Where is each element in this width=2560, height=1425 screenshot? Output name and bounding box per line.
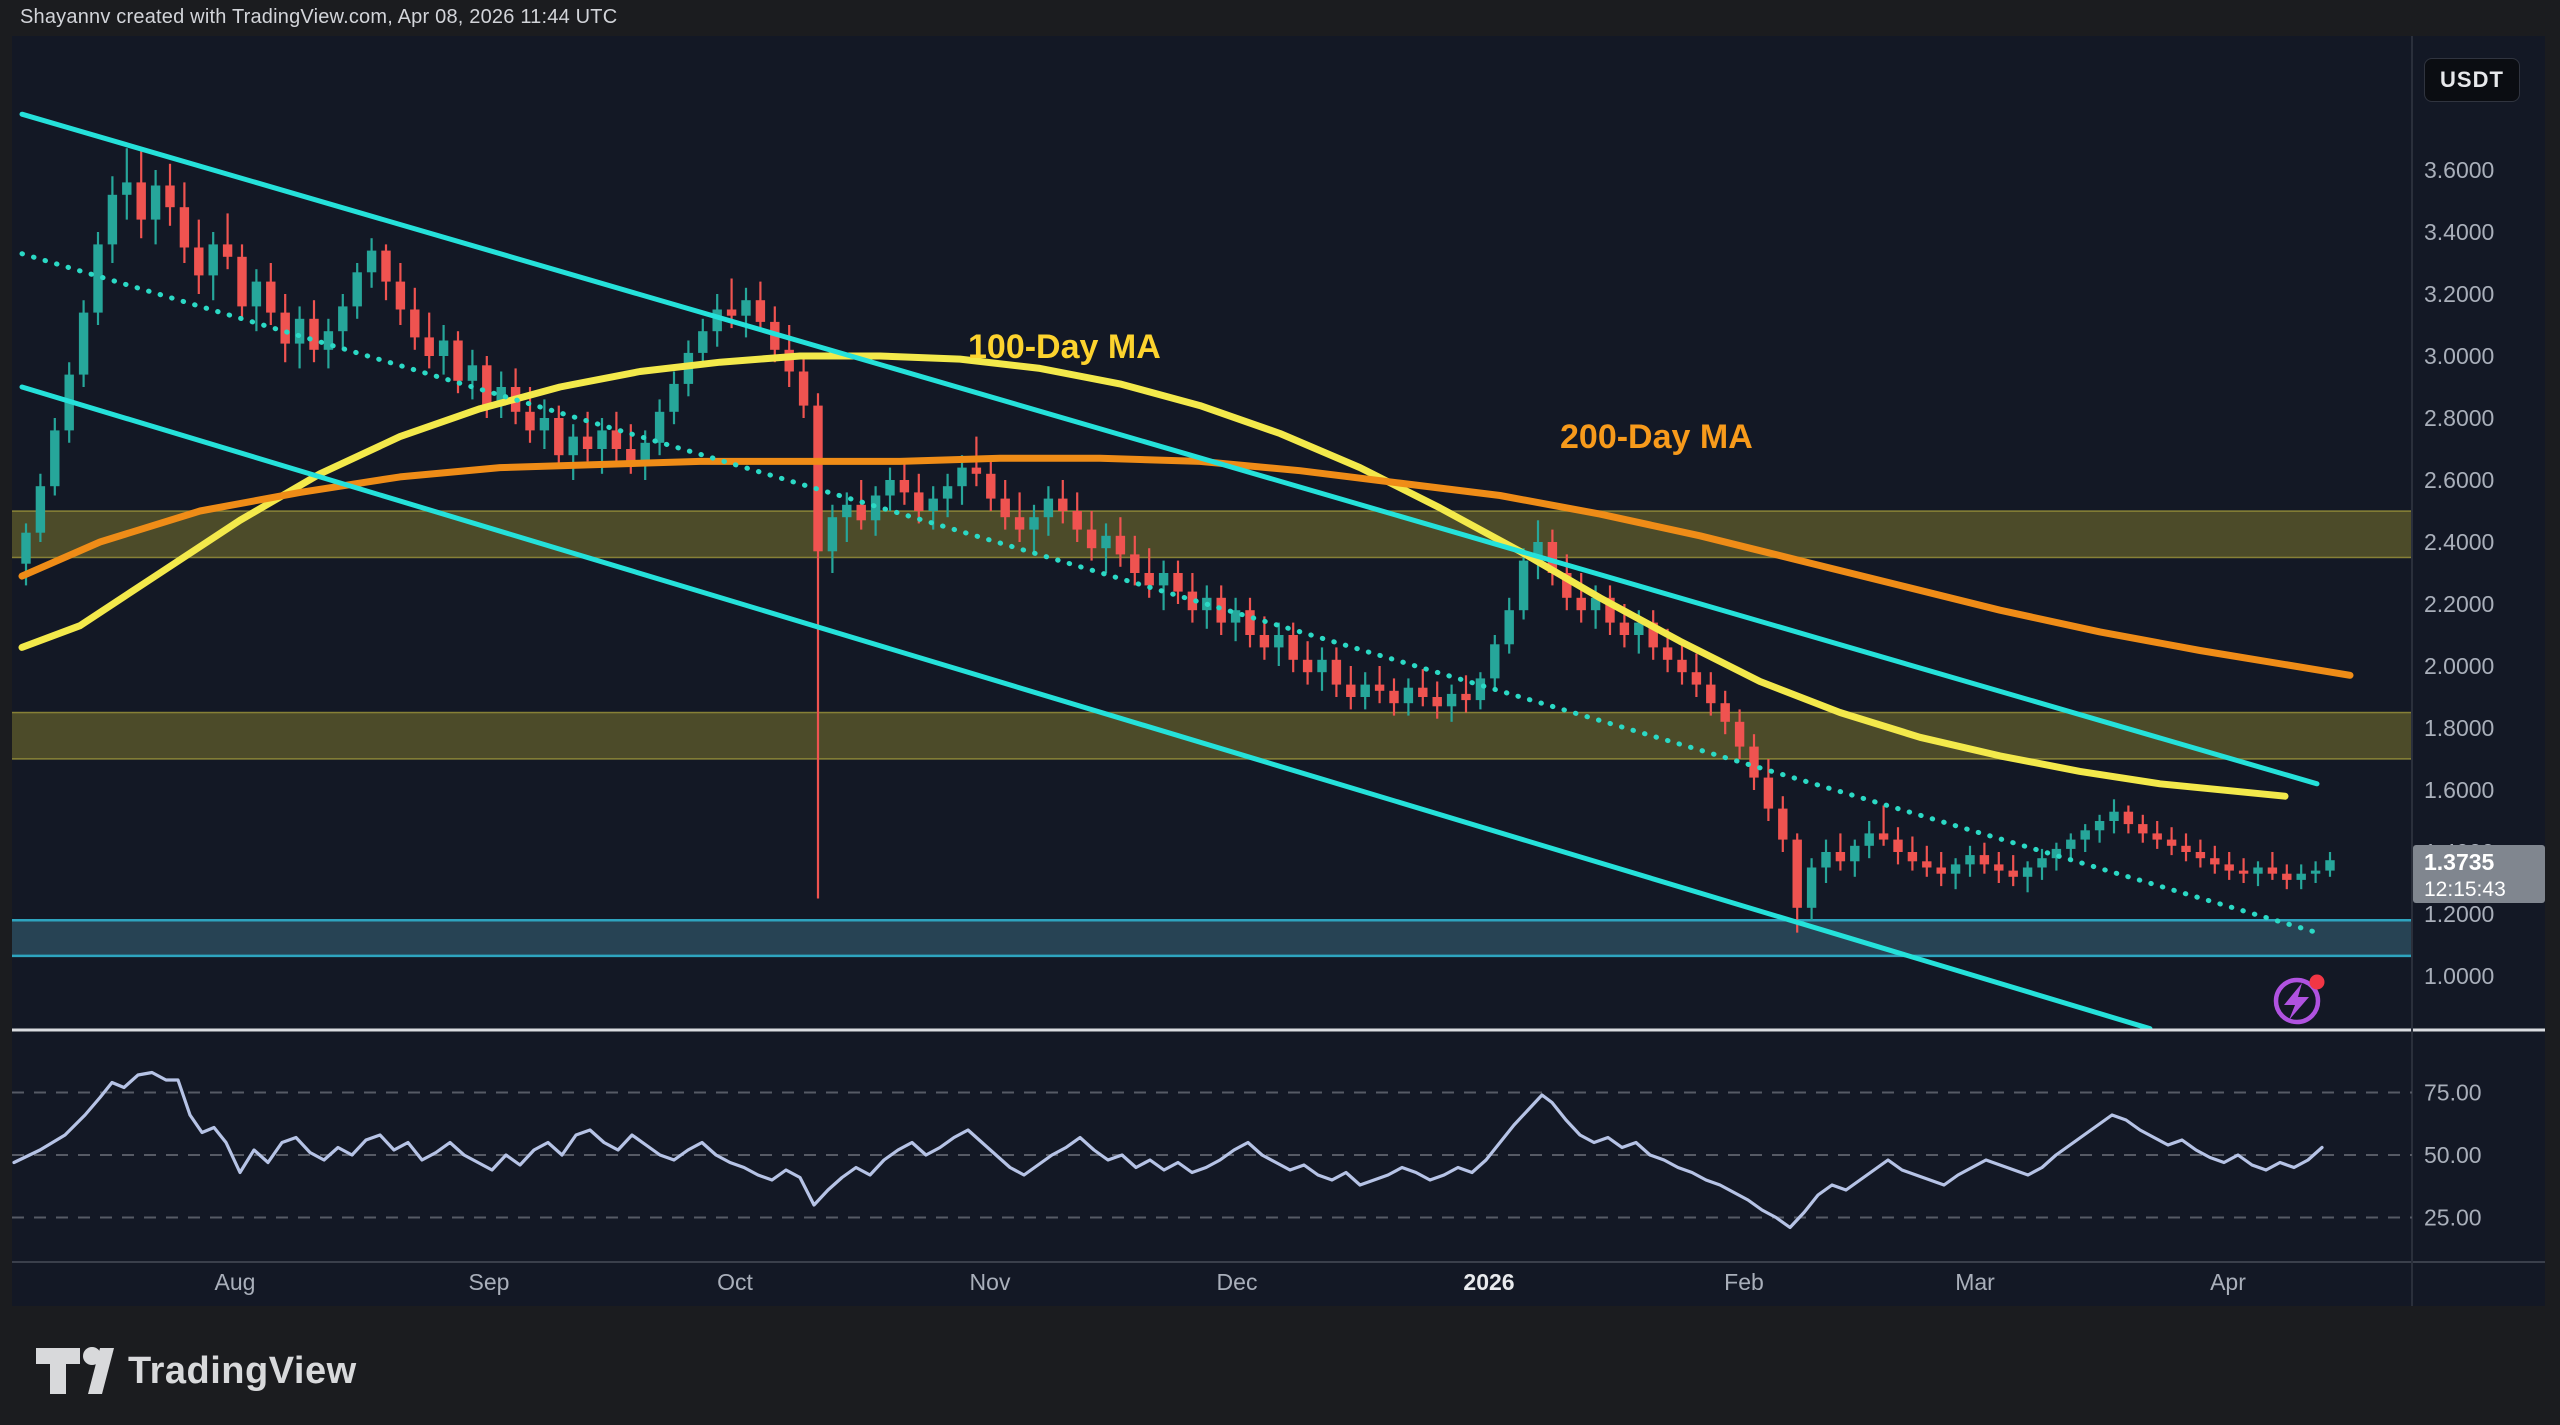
- last-price-value: 1.3735: [2424, 849, 2495, 875]
- time-tick-label: Aug: [215, 1269, 256, 1295]
- price-tick-label: 2.4000: [2424, 529, 2494, 555]
- time-tick-label: Sep: [469, 1269, 510, 1295]
- price-tick-label: 2.6000: [2424, 467, 2494, 493]
- time-tick-label: Feb: [1724, 1269, 1764, 1295]
- price-tick-label: 3.2000: [2424, 281, 2494, 307]
- price-tick-label: 2.8000: [2424, 405, 2494, 431]
- price-tick-label: 2.2000: [2424, 591, 2494, 617]
- main-chart-canvas[interactable]: 3.6000 3.4000 3.2000 3.0000 2.8000 2.6000 2.40…: [0, 0, 2560, 1425]
- time-tick-label: Oct: [717, 1269, 753, 1295]
- support-zone-1.8[interactable]: [12, 713, 2412, 760]
- price-tick-label: 1.6000: [2424, 777, 2494, 803]
- price-tick-label: 1.2000: [2424, 901, 2494, 927]
- time-tick-label: Mar: [1955, 1269, 1995, 1295]
- rsi-tick-label: 25.00: [2424, 1205, 2482, 1231]
- ma100-annotation: 100-Day MA: [968, 328, 1161, 367]
- chart-background: [12, 36, 2545, 1306]
- time-tick-label: Apr: [2210, 1269, 2246, 1295]
- time-tick-label: Nov: [970, 1269, 1011, 1295]
- notification-dot: [2310, 975, 2325, 990]
- bar-countdown: 12:15:43: [2424, 878, 2506, 901]
- time-tick-label: Dec: [1217, 1269, 1258, 1295]
- tradingview-logo-icon: [36, 1344, 114, 1398]
- quote-currency-chip[interactable]: USDT: [2424, 58, 2520, 102]
- price-tick-label: 3.6000: [2424, 157, 2494, 183]
- time-tick-label: 2026: [1463, 1269, 1514, 1295]
- price-tick-label: 3.0000: [2424, 343, 2494, 369]
- header-bar: Shayannv created with TradingView.com, A…: [0, 0, 2560, 36]
- price-tick-label: 1.0000: [2424, 963, 2494, 989]
- price-tick-label: 3.4000: [2424, 219, 2494, 245]
- ma200-annotation: 200-Day MA: [1560, 418, 1753, 457]
- tradingview-logo[interactable]: TradingView: [36, 1344, 357, 1398]
- support-zone-1.1[interactable]: [12, 920, 2412, 956]
- tradingview-chart-window: 3.6000 3.4000 3.2000 3.0000 2.8000 2.6000 2.40…: [0, 0, 2560, 1425]
- rsi-tick-label: 50.00: [2424, 1142, 2482, 1168]
- attribution-text: Shayannv created with TradingView.com, A…: [20, 6, 617, 29]
- price-tick-label: 1.8000: [2424, 715, 2494, 741]
- resistance-zone-2.4[interactable]: [12, 511, 2412, 558]
- tradingview-logo-text: TradingView: [128, 1350, 357, 1393]
- price-tick-label: 2.0000: [2424, 653, 2494, 679]
- rsi-tick-label: 75.00: [2424, 1080, 2482, 1106]
- last-price-badge: 1.3735 12:15:43: [2413, 845, 2545, 903]
